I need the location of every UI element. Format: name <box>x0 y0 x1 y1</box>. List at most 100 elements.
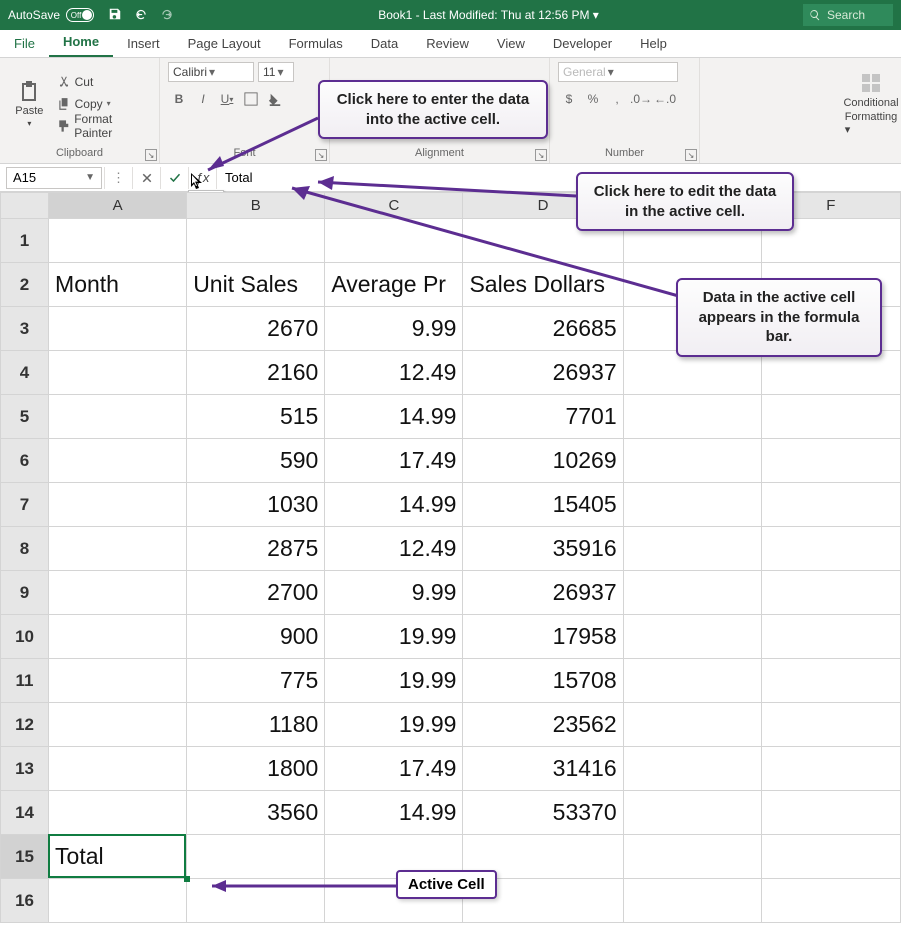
cell-D12[interactable]: 23562 <box>463 703 623 747</box>
cell-C12[interactable]: 19.99 <box>325 703 463 747</box>
autosave-toggle[interactable]: AutoSave Off <box>8 8 94 22</box>
row-header-7[interactable]: 7 <box>1 483 49 527</box>
cell-E14[interactable] <box>623 791 761 835</box>
cell-C5[interactable]: 14.99 <box>325 395 463 439</box>
copy-button[interactable]: Copy▾ <box>57 94 151 114</box>
cell-F8[interactable] <box>761 527 900 571</box>
tab-page-layout[interactable]: Page Layout <box>174 36 275 57</box>
tab-view[interactable]: View <box>483 36 539 57</box>
cell-F9[interactable] <box>761 571 900 615</box>
cell-B3[interactable]: 2670 <box>187 307 325 351</box>
row-header-6[interactable]: 6 <box>1 439 49 483</box>
cell-B13[interactable]: 1800 <box>187 747 325 791</box>
cell-B10[interactable]: 900 <box>187 615 325 659</box>
col-header-B[interactable]: B <box>187 193 325 219</box>
document-title[interactable]: Book1 - Last Modified: Thu at 12:56 PM ▾ <box>174 8 803 22</box>
currency-icon[interactable]: $ <box>558 88 580 110</box>
cell-B16[interactable] <box>187 879 325 923</box>
cell-A7[interactable] <box>49 483 187 527</box>
tab-home[interactable]: Home <box>49 34 113 57</box>
cell-E10[interactable] <box>623 615 761 659</box>
decrease-decimal-icon[interactable]: ←.0 <box>654 88 676 110</box>
number-launcher[interactable]: ↘ <box>685 149 697 161</box>
cell-E5[interactable] <box>623 395 761 439</box>
cell-B12[interactable]: 1180 <box>187 703 325 747</box>
cell-A6[interactable] <box>49 439 187 483</box>
cell-D13[interactable]: 31416 <box>463 747 623 791</box>
row-header-13[interactable]: 13 <box>1 747 49 791</box>
row-header-2[interactable]: 2 <box>1 263 49 307</box>
cell-E7[interactable] <box>623 483 761 527</box>
cell-C3[interactable]: 9.99 <box>325 307 463 351</box>
cell-B8[interactable]: 2875 <box>187 527 325 571</box>
cell-A12[interactable] <box>49 703 187 747</box>
col-header-A[interactable]: A <box>49 193 187 219</box>
cell-E11[interactable] <box>623 659 761 703</box>
tab-help[interactable]: Help <box>626 36 681 57</box>
cell-D10[interactable]: 17958 <box>463 615 623 659</box>
cell-E8[interactable] <box>623 527 761 571</box>
cell-C1[interactable] <box>325 219 463 263</box>
cell-A1[interactable] <box>49 219 187 263</box>
row-header-10[interactable]: 10 <box>1 615 49 659</box>
row-header-15[interactable]: 15 <box>1 835 49 879</box>
cell-C11[interactable]: 19.99 <box>325 659 463 703</box>
cell-D8[interactable]: 35916 <box>463 527 623 571</box>
cell-D11[interactable]: 15708 <box>463 659 623 703</box>
conditional-formatting-button[interactable]: Conditional Formatting ▾ <box>849 71 893 136</box>
enter-button[interactable] <box>160 167 188 189</box>
bold-button[interactable]: B <box>168 88 190 110</box>
cell-B15[interactable] <box>187 835 325 879</box>
font-size-combo[interactable]: 11▾ <box>258 62 294 82</box>
formula-input[interactable]: Total <box>216 167 901 189</box>
cell-A10[interactable] <box>49 615 187 659</box>
name-box[interactable]: A15▼ <box>6 167 102 189</box>
cell-F16[interactable] <box>761 879 900 923</box>
col-header-C[interactable]: C <box>325 193 463 219</box>
cut-button[interactable]: Cut <box>57 72 151 92</box>
paste-button[interactable]: Paste ▾ <box>8 79 51 128</box>
row-header-14[interactable]: 14 <box>1 791 49 835</box>
cell-D6[interactable]: 10269 <box>463 439 623 483</box>
cell-D3[interactable]: 26685 <box>463 307 623 351</box>
cell-C6[interactable]: 17.49 <box>325 439 463 483</box>
row-header-12[interactable]: 12 <box>1 703 49 747</box>
cell-B5[interactable]: 515 <box>187 395 325 439</box>
cell-E4[interactable] <box>623 351 761 395</box>
cell-B14[interactable]: 3560 <box>187 791 325 835</box>
cell-A16[interactable] <box>49 879 187 923</box>
cell-F14[interactable] <box>761 791 900 835</box>
row-header-11[interactable]: 11 <box>1 659 49 703</box>
percent-icon[interactable]: % <box>582 88 604 110</box>
number-format-combo[interactable]: General▾ <box>558 62 678 82</box>
cell-F11[interactable] <box>761 659 900 703</box>
cell-E6[interactable] <box>623 439 761 483</box>
save-icon[interactable] <box>108 7 122 24</box>
cell-D4[interactable]: 26937 <box>463 351 623 395</box>
toggle-off-icon[interactable]: Off <box>66 8 94 22</box>
cell-C8[interactable]: 12.49 <box>325 527 463 571</box>
cell-C7[interactable]: 14.99 <box>325 483 463 527</box>
cell-F15[interactable] <box>761 835 900 879</box>
cell-A15[interactable]: Total <box>49 835 187 879</box>
comma-icon[interactable]: , <box>606 88 628 110</box>
cell-D14[interactable]: 53370 <box>463 791 623 835</box>
select-all-corner[interactable] <box>1 193 49 219</box>
cell-B1[interactable] <box>187 219 325 263</box>
row-header-1[interactable]: 1 <box>1 219 49 263</box>
cell-A9[interactable] <box>49 571 187 615</box>
cell-B2[interactable]: Unit Sales <box>187 263 325 307</box>
tab-file[interactable]: File <box>0 36 49 57</box>
format-painter-button[interactable]: Format Painter <box>57 116 151 136</box>
redo-icon[interactable] <box>160 7 174 24</box>
fill-color-button[interactable] <box>264 88 286 110</box>
cell-F4[interactable] <box>761 351 900 395</box>
italic-button[interactable]: I <box>192 88 214 110</box>
cell-A5[interactable] <box>49 395 187 439</box>
cell-E15[interactable] <box>623 835 761 879</box>
row-header-3[interactable]: 3 <box>1 307 49 351</box>
tab-insert[interactable]: Insert <box>113 36 174 57</box>
tab-formulas[interactable]: Formulas <box>275 36 357 57</box>
tab-developer[interactable]: Developer <box>539 36 626 57</box>
border-button[interactable] <box>240 88 262 110</box>
